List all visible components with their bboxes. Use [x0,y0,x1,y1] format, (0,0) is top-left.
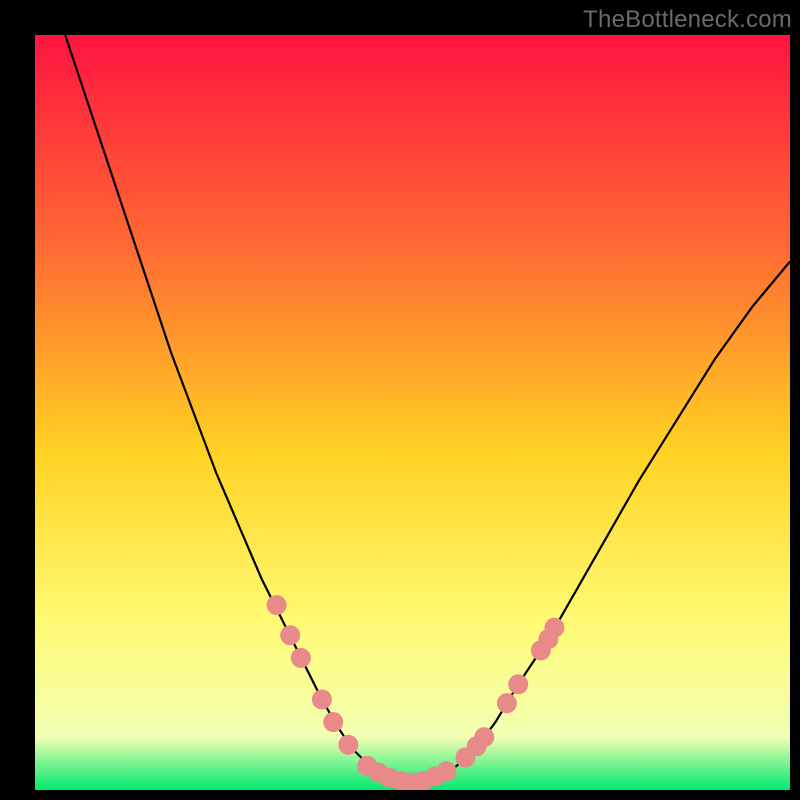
data-marker [267,595,287,615]
data-marker [544,618,564,638]
data-marker [323,712,343,732]
watermark-text: TheBottleneck.com [583,6,792,34]
plot-svg [35,35,790,790]
data-marker [312,689,332,709]
data-marker [474,727,494,747]
data-marker [508,674,528,694]
chart-frame: TheBottleneck.com [0,0,800,800]
gradient-background [35,35,790,790]
data-marker [291,648,311,668]
data-marker [436,761,456,781]
plot-area [35,35,790,790]
data-marker [338,735,358,755]
data-marker [280,625,300,645]
data-marker [497,693,517,713]
